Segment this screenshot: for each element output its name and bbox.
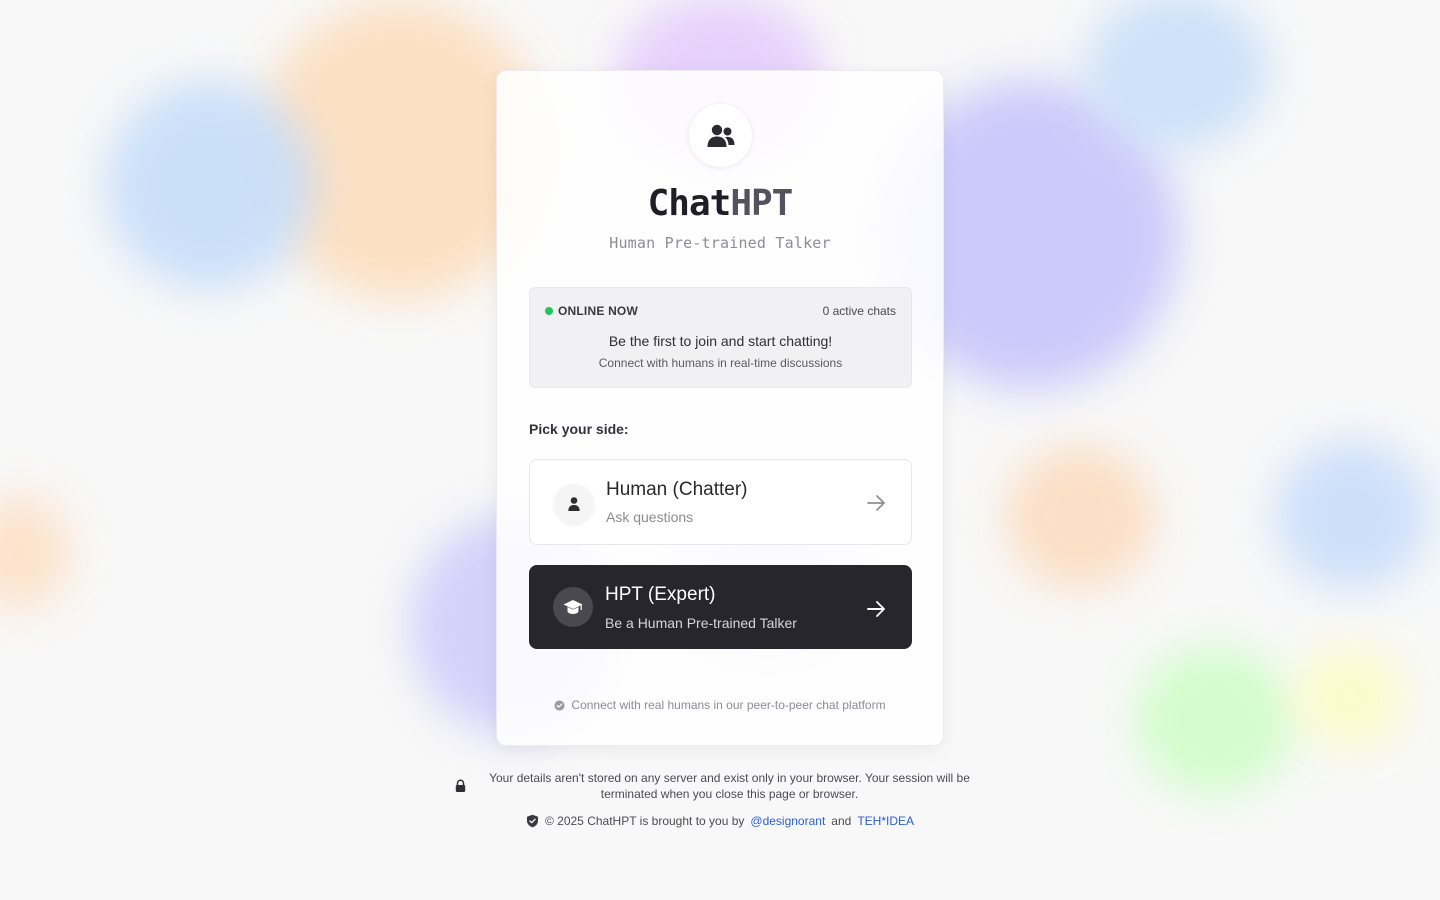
pick-side-label: Pick your side:	[529, 421, 629, 437]
online-indicator: ONLINE NOW	[545, 304, 638, 318]
online-label: ONLINE NOW	[558, 304, 638, 318]
user-icon	[554, 484, 594, 524]
background-blob	[1005, 445, 1155, 590]
background-blob	[1295, 645, 1405, 750]
option-title: HPT (Expert)	[605, 584, 716, 605]
designorant-link[interactable]: @designorant	[750, 814, 825, 828]
shield-check-icon	[526, 814, 538, 828]
background-blob	[105, 80, 315, 290]
card-footer: Connect with real humans in our peer-to-…	[497, 698, 943, 712]
copyright-joiner: and	[831, 814, 852, 828]
arrow-right-icon	[867, 601, 885, 617]
human-chatter-button[interactable]: Human (Chatter) Ask questions	[529, 459, 912, 545]
card-footer-text: Connect with real humans in our peer-to-…	[571, 698, 886, 712]
option-title: Human (Chatter)	[606, 479, 748, 500]
verified-check-icon	[554, 699, 565, 711]
status-panel: ONLINE NOW 0 active chats Be the first t…	[529, 287, 912, 388]
arrow-right-icon	[867, 495, 885, 511]
lock-icon	[455, 779, 466, 792]
online-dot-icon	[545, 307, 553, 315]
active-chats-count: 0 active chats	[822, 304, 896, 318]
graduation-cap-icon	[553, 587, 593, 627]
hpt-expert-button[interactable]: HPT (Expert) Be a Human Pre-trained Talk…	[529, 565, 912, 649]
privacy-notice: Your details aren't stored on any server…	[454, 770, 984, 802]
background-blob	[1135, 645, 1295, 795]
welcome-card: ChatHPT Human Pre-trained Talker ONLINE …	[496, 70, 944, 746]
background-blob	[0, 495, 70, 610]
option-description: Be a Human Pre-trained Talker	[605, 615, 797, 631]
status-subline: Connect with humans in real-time discuss…	[598, 356, 843, 370]
teh-idea-link[interactable]: TEH*IDEA	[857, 814, 914, 828]
option-description: Ask questions	[606, 509, 694, 525]
privacy-text: Your details aren't stored on any server…	[489, 771, 970, 801]
background-blob	[1275, 440, 1430, 590]
title-main: Chat	[647, 183, 732, 224]
copyright-prefix: © 2025 ChatHPT is brought to you by	[544, 814, 745, 828]
status-headline: Be the first to join and start chatting!	[608, 333, 833, 349]
title-accent: HPT	[730, 183, 793, 224]
copyright-line: © 2025 ChatHPT is brought to you by @des…	[0, 814, 1440, 828]
page-title: ChatHPT	[497, 183, 943, 224]
background-blob	[1085, 0, 1270, 150]
app-logo	[689, 104, 752, 167]
page-subtitle: Human Pre-trained Talker	[609, 234, 831, 252]
users-icon	[707, 124, 734, 147]
